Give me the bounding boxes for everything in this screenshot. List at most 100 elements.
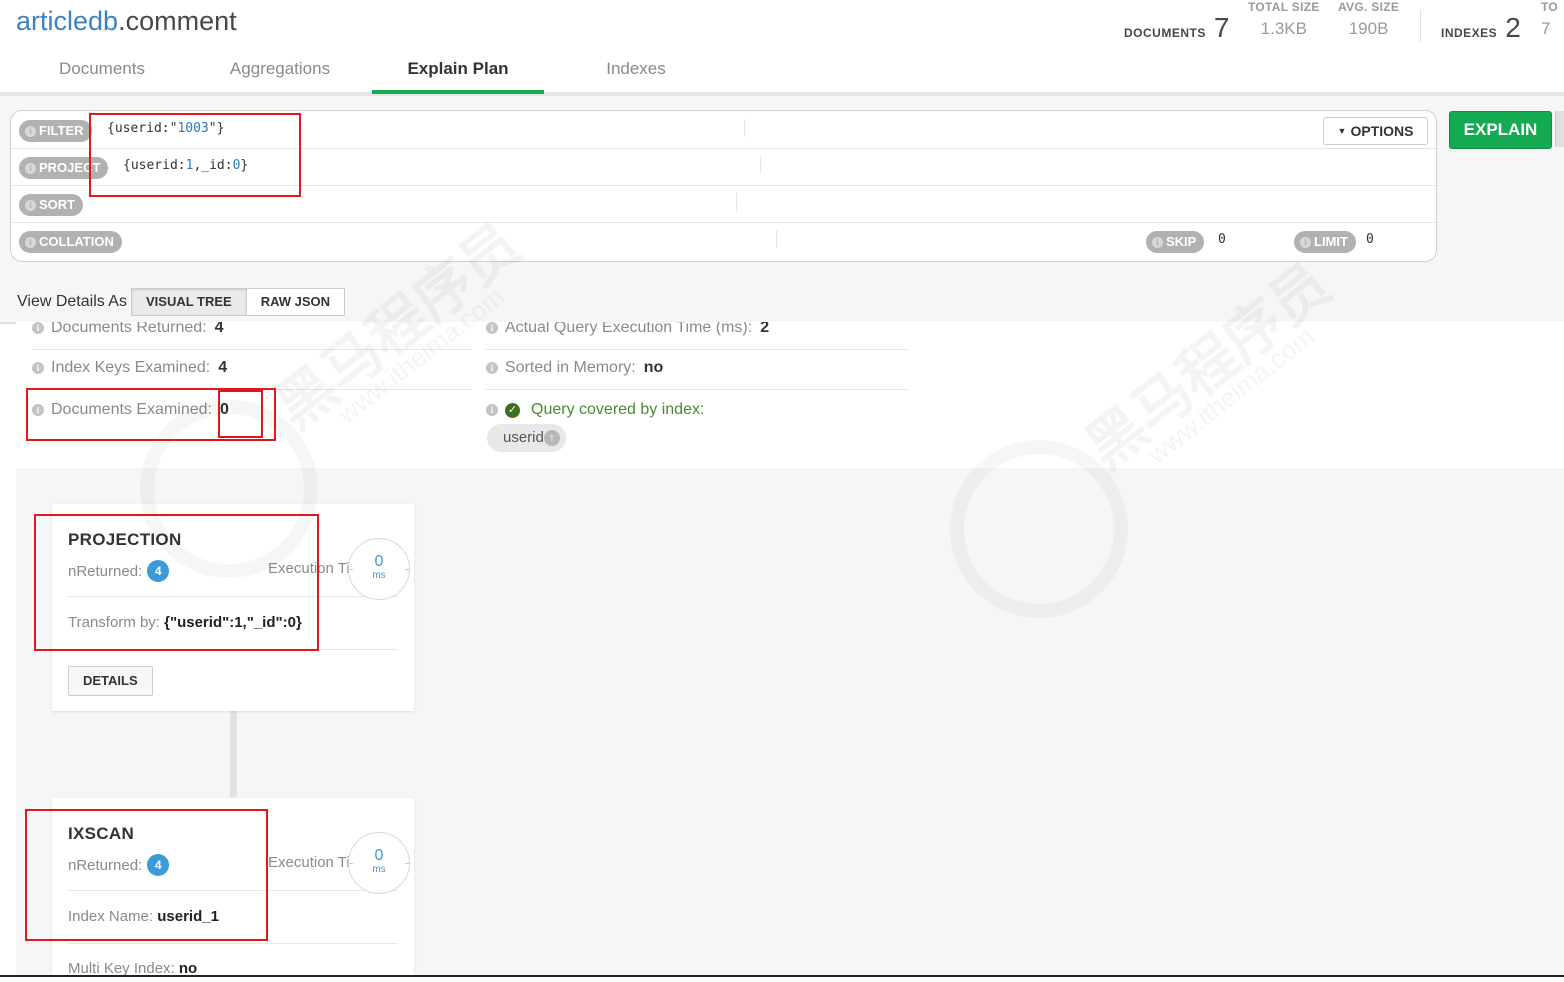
stage-card-projection: PROJECTION nReturned: 4 Execution Time: T… <box>52 504 414 711</box>
index-name: Index Name: userid_1 <box>68 908 219 925</box>
info-icon[interactable]: i <box>486 362 498 374</box>
collation-row: i COLLATION i SKIP 0 i LIMIT 0 <box>11 222 1436 259</box>
stats-divider <box>1420 10 1421 42</box>
total-size-label: TOTAL SIZE <box>1248 0 1320 14</box>
skip-label: i SKIP <box>1146 231 1205 253</box>
stage-name: IXSCAN <box>68 824 135 843</box>
indexes-stat-label: INDEXES <box>1441 26 1498 40</box>
sort-separator <box>736 193 737 211</box>
covered-index-chip[interactable]: userid ↑ <box>487 424 566 452</box>
documents-stat-label: DOCUMENTS <box>1124 26 1206 40</box>
details-button[interactable]: DETAILS <box>68 666 153 696</box>
info-icon[interactable]: i <box>32 404 44 416</box>
total-size-stat: TOTAL SIZE 1.3KB <box>1248 0 1320 39</box>
options-button[interactable]: ▼ OPTIONS <box>1323 117 1428 145</box>
explain-summary: i Documents Returned: 4 i Index Keys Examin… <box>16 322 1564 468</box>
execution-time-value: 0 <box>374 553 384 570</box>
info-icon[interactable]: i <box>32 362 44 374</box>
tab-aggregations[interactable]: Aggregations <box>210 52 350 92</box>
nreturned: nReturned: 4 <box>68 854 170 876</box>
tab-documents[interactable]: Documents <box>34 52 170 92</box>
docs-returned-row: i Documents Returned: 4 <box>32 322 472 350</box>
stage-connector <box>230 711 237 797</box>
docs-examined-row: i Documents Examined: 0 <box>32 389 472 431</box>
avg-size-stat: AVG. SIZE 190B <box>1338 0 1399 39</box>
explain-visual-tree: PROJECTION nReturned: 4 Execution Time: T… <box>16 468 1564 976</box>
info-icon[interactable]: i <box>25 125 36 137</box>
filter-input[interactable]: {userid:"1003"} <box>107 121 224 136</box>
skip-input[interactable]: 0 <box>1218 232 1226 247</box>
collation-input[interactable] <box>141 232 771 250</box>
window-bottom-border <box>0 975 1564 977</box>
sort-input[interactable] <box>101 195 731 213</box>
transform-by: Transform by: {"userid":1,"_id":0} <box>68 614 302 631</box>
raw-json-button[interactable]: RAW JSON <box>246 288 346 316</box>
arrow-up-icon: ↑ <box>543 430 560 446</box>
info-icon[interactable]: i <box>486 322 498 334</box>
info-icon[interactable]: i <box>32 322 44 334</box>
info-icon[interactable]: i <box>25 162 36 174</box>
indexes-stat-value: 2 <box>1505 12 1521 43</box>
project-separator <box>760 156 761 174</box>
filter-separator <box>744 119 745 137</box>
execution-time-unit: ms <box>372 570 386 581</box>
multi-key-index: Multi Key Index: no <box>68 960 198 976</box>
view-details-as: View Details As VISUAL TREE RAW JSON <box>17 288 346 316</box>
collation-separator <box>776 230 777 248</box>
execution-time-clock: 0 ms <box>348 832 410 894</box>
collation-label: i COLLATION <box>19 231 122 253</box>
execution-time-value: 0 <box>374 847 384 864</box>
collection-tabs: Documents Aggregations Explain Plan Inde… <box>0 52 1564 96</box>
covered-label: Query covered by index: <box>531 401 705 418</box>
total-size-value: 1.3KB <box>1260 19 1307 38</box>
sort-row: i SORT <box>11 185 1436 223</box>
query-bar-area: i FILTER {userid:"1003"} ▼ OPTIONS i PROJEC… <box>0 96 1564 324</box>
collection-title: articledb.comment <box>16 6 237 37</box>
tab-explain-plan[interactable]: Explain Plan <box>372 52 544 94</box>
documents-stat-value: 7 <box>1213 12 1230 43</box>
stage-divider <box>68 596 398 597</box>
nreturned-badge: 4 <box>147 854 170 876</box>
nreturned-badge: 4 <box>147 560 170 582</box>
info-icon[interactable]: i <box>25 199 36 211</box>
filter-label: i FILTER <box>19 120 92 142</box>
query-options-box: i FILTER {userid:"1003"} ▼ OPTIONS i PROJEC… <box>10 110 1437 262</box>
info-icon[interactable]: i <box>1152 236 1163 248</box>
info-icon[interactable]: i <box>1300 236 1311 248</box>
explain-button[interactable]: EXPLAIN <box>1449 111 1552 149</box>
tab-indexes[interactable]: Indexes <box>574 52 698 92</box>
view-details-label: View Details As <box>17 293 127 310</box>
execution-time-unit: ms <box>372 864 386 875</box>
indexes-stat: INDEXES 2 <box>1441 12 1521 44</box>
collection-name: .comment <box>118 6 237 36</box>
nreturned: nReturned: 4 <box>68 560 170 582</box>
sorted-memory-row: i Sorted in Memory: no <box>486 347 908 390</box>
index-keys-row: i Index Keys Examined: 4 <box>32 347 472 390</box>
collection-stats: DOCUMENTS 7 TOTAL SIZE 1.3KB AVG. SIZE 1… <box>1120 0 1564 50</box>
caret-down-icon: ▼ <box>1337 126 1347 136</box>
database-name[interactable]: articledb <box>16 6 118 36</box>
limit-input[interactable]: 0 <box>1366 232 1374 247</box>
stage-name: PROJECTION <box>68 530 182 549</box>
avg-size-value: 190B <box>1348 19 1389 38</box>
limit-label: i LIMIT <box>1294 231 1356 253</box>
truncated-stat-value: 7 <box>1541 19 1551 38</box>
info-icon[interactable]: i <box>25 236 36 248</box>
info-icon[interactable]: i <box>486 404 498 416</box>
execution-time-clock: 0 ms <box>348 538 410 600</box>
project-row: i PROJECT {userid:1,_id:0} <box>11 148 1436 186</box>
truncated-stat: TO 7 <box>1541 0 1558 39</box>
filter-row: i FILTER {userid:"1003"} ▼ OPTIONS <box>11 111 1436 149</box>
avg-size-label: AVG. SIZE <box>1338 0 1400 14</box>
visual-tree-button[interactable]: VISUAL TREE <box>130 288 247 316</box>
stage-divider <box>68 649 398 650</box>
stage-divider <box>68 890 398 891</box>
stage-divider <box>68 943 398 944</box>
explain-button-edge <box>1555 111 1564 147</box>
documents-stat: DOCUMENTS 7 <box>1124 12 1229 44</box>
truncated-stat-label: TO <box>1541 0 1559 14</box>
exec-time-row: i Actual Query Execution Time (ms): 2 <box>486 322 908 350</box>
project-label: i PROJECT <box>19 157 109 179</box>
project-input[interactable]: {userid:1,_id:0} <box>123 158 248 173</box>
check-circle-icon: ✓ <box>505 402 520 418</box>
